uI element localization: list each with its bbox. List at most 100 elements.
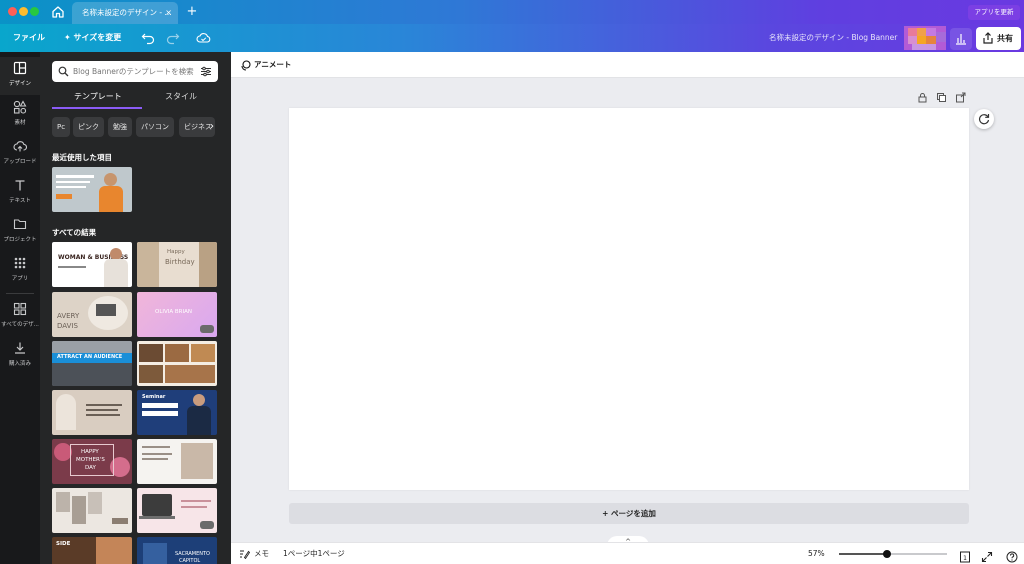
- search-input[interactable]: [73, 61, 197, 82]
- recent-template-thumbnail[interactable]: [52, 167, 132, 212]
- help-button[interactable]: [1006, 548, 1018, 563]
- rail-label: テキスト: [9, 198, 31, 204]
- home-icon[interactable]: [49, 3, 67, 21]
- share-icon: [983, 32, 993, 44]
- zoom-percentage[interactable]: 57%: [808, 543, 825, 564]
- template-thumbnail[interactable]: [52, 390, 132, 435]
- sparkle-icon: ✦: [64, 33, 74, 42]
- canva-app: 名称未設定のデザイン - ... × + アプリを更新 ファイル ✦ サイズを変…: [0, 0, 1024, 564]
- new-tab-button[interactable]: +: [184, 2, 200, 22]
- rail-item-apps[interactable]: アプリ: [0, 252, 40, 290]
- zoom-slider[interactable]: [839, 550, 947, 558]
- user-avatar[interactable]: [904, 26, 946, 50]
- file-menu-button[interactable]: ファイル: [13, 24, 45, 52]
- minimize-window-button[interactable]: [19, 7, 28, 16]
- filter-chip[interactable]: パソコン: [136, 117, 174, 137]
- apps-grid-icon: [14, 257, 26, 269]
- template-thumbnail[interactable]: [52, 488, 132, 533]
- resize-label: サイズを変更: [73, 33, 122, 42]
- rail-label: アップロード: [3, 159, 37, 165]
- search-icon: [58, 66, 69, 77]
- window-titlebar: 名称未設定のデザイン - ... × + アプリを更新: [0, 0, 1024, 24]
- template-text: HAPPY: [81, 449, 99, 455]
- template-thumbnail[interactable]: Seminar: [137, 390, 217, 435]
- zoom-slider-thumb[interactable]: [882, 550, 891, 558]
- page-view-button[interactable]: 1: [959, 548, 971, 563]
- animate-button[interactable]: アニメート: [240, 52, 291, 78]
- fullscreen-button[interactable]: [981, 548, 993, 563]
- cloud-save-icon[interactable]: [196, 30, 211, 44]
- template-text: CAPITOL: [179, 558, 201, 564]
- help-icon: [1006, 551, 1018, 563]
- filter-sliders-icon[interactable]: [200, 66, 212, 77]
- rail-label: 購入済み: [8, 361, 31, 367]
- crown-badge-icon: [200, 325, 214, 333]
- template-text: MOTHER'S: [76, 457, 105, 463]
- resize-button[interactable]: ✦ サイズを変更: [64, 24, 121, 52]
- folder-icon: [13, 219, 27, 230]
- canvas-area: アニメート + ページを追加 ^: [231, 52, 1024, 564]
- layout-icon: [13, 61, 27, 75]
- tab-templates[interactable]: テンプレート: [74, 90, 122, 108]
- rail-item-projects[interactable]: プロジェクト: [0, 213, 40, 251]
- update-app-button[interactable]: アプリを更新: [968, 5, 1020, 20]
- regenerate-button[interactable]: [974, 109, 994, 129]
- page-counter: 1ページ中1ページ: [283, 549, 345, 558]
- rail-label: プロジェクト: [3, 237, 37, 243]
- chevron-right-icon[interactable]: ›: [210, 117, 222, 137]
- rail-item-purchased[interactable]: 購入済み: [0, 337, 40, 375]
- tab-styles[interactable]: スタイル: [165, 90, 197, 108]
- shapes-icon: [13, 100, 27, 114]
- template-thumbnail[interactable]: SACRAMENTO CAPITOL: [137, 537, 217, 564]
- filter-chip[interactable]: 勉強: [108, 117, 132, 137]
- download-icon: [15, 342, 25, 354]
- editor-toolbar: ファイル ✦ サイズを変更 名称未設定のデザイン - Blog Banner 共…: [0, 24, 1024, 52]
- active-tab-indicator: [52, 107, 142, 109]
- design-title[interactable]: 名称未設定のデザイン - Blog Banner: [769, 24, 897, 52]
- template-text: DAY: [85, 465, 96, 471]
- template-thumbnail[interactable]: WOMAN & BUSINESS: [52, 242, 132, 287]
- context-toolbar: アニメート: [231, 52, 1024, 78]
- insights-button[interactable]: [950, 28, 972, 50]
- template-thumbnail[interactable]: ATTRACT AN AUDIENCE: [52, 341, 132, 386]
- rail-item-elements[interactable]: 素材: [0, 96, 40, 134]
- design-page[interactable]: [289, 108, 969, 490]
- page-badge-number: 1: [963, 555, 967, 562]
- notes-button[interactable]: メモ: [239, 543, 269, 564]
- rail-item-design[interactable]: デザイン: [0, 57, 40, 95]
- document-tab[interactable]: 名称未設定のデザイン - ... ×: [72, 2, 178, 24]
- close-tab-icon[interactable]: ×: [165, 2, 172, 24]
- all-results-title: すべての結果: [52, 228, 97, 237]
- template-thumbnail[interactable]: Happy Birthday: [137, 242, 217, 287]
- template-text: SACRAMENTO: [175, 551, 210, 557]
- template-thumbnail[interactable]: [137, 439, 217, 484]
- filter-chip[interactable]: Pc: [52, 117, 71, 137]
- redo-icon[interactable]: [166, 30, 180, 45]
- close-window-button[interactable]: [8, 7, 17, 16]
- template-text: ATTRACT AN AUDIENCE: [57, 354, 123, 360]
- lock-icon[interactable]: [917, 92, 928, 103]
- share-label: 共有: [997, 34, 1013, 43]
- add-page-icon[interactable]: [955, 92, 966, 103]
- all-designs-icon: [13, 302, 27, 316]
- rail-item-uploads[interactable]: アップロード: [0, 135, 40, 173]
- rail-item-all-designs[interactable]: すべてのデザ...: [0, 298, 40, 336]
- animate-label: アニメート: [254, 60, 292, 69]
- template-thumbnail[interactable]: HAPPY MOTHER'S DAY: [52, 439, 132, 484]
- template-thumbnail[interactable]: SIDE: [52, 537, 132, 564]
- add-page-button[interactable]: + ページを追加: [289, 503, 969, 524]
- maximize-window-button[interactable]: [30, 7, 39, 16]
- template-text: Birthday: [165, 258, 195, 266]
- left-rail: デザイン 素材 アップロード テキスト プロジェクト アプリ すべてのデザ...: [0, 52, 40, 564]
- template-thumbnail[interactable]: AVERY DAVIS: [52, 292, 132, 337]
- filter-chip[interactable]: ピンク: [73, 117, 104, 137]
- rail-item-text[interactable]: テキスト: [0, 174, 40, 212]
- template-search[interactable]: [52, 61, 218, 82]
- template-thumbnail[interactable]: [137, 488, 217, 533]
- template-thumbnail[interactable]: [137, 341, 217, 386]
- duplicate-page-icon[interactable]: [936, 92, 947, 103]
- template-thumbnail[interactable]: OLIVIA BRIAN: [137, 292, 217, 337]
- share-button[interactable]: 共有: [976, 27, 1021, 50]
- undo-icon[interactable]: [141, 30, 155, 45]
- rail-label: 素材: [14, 120, 26, 126]
